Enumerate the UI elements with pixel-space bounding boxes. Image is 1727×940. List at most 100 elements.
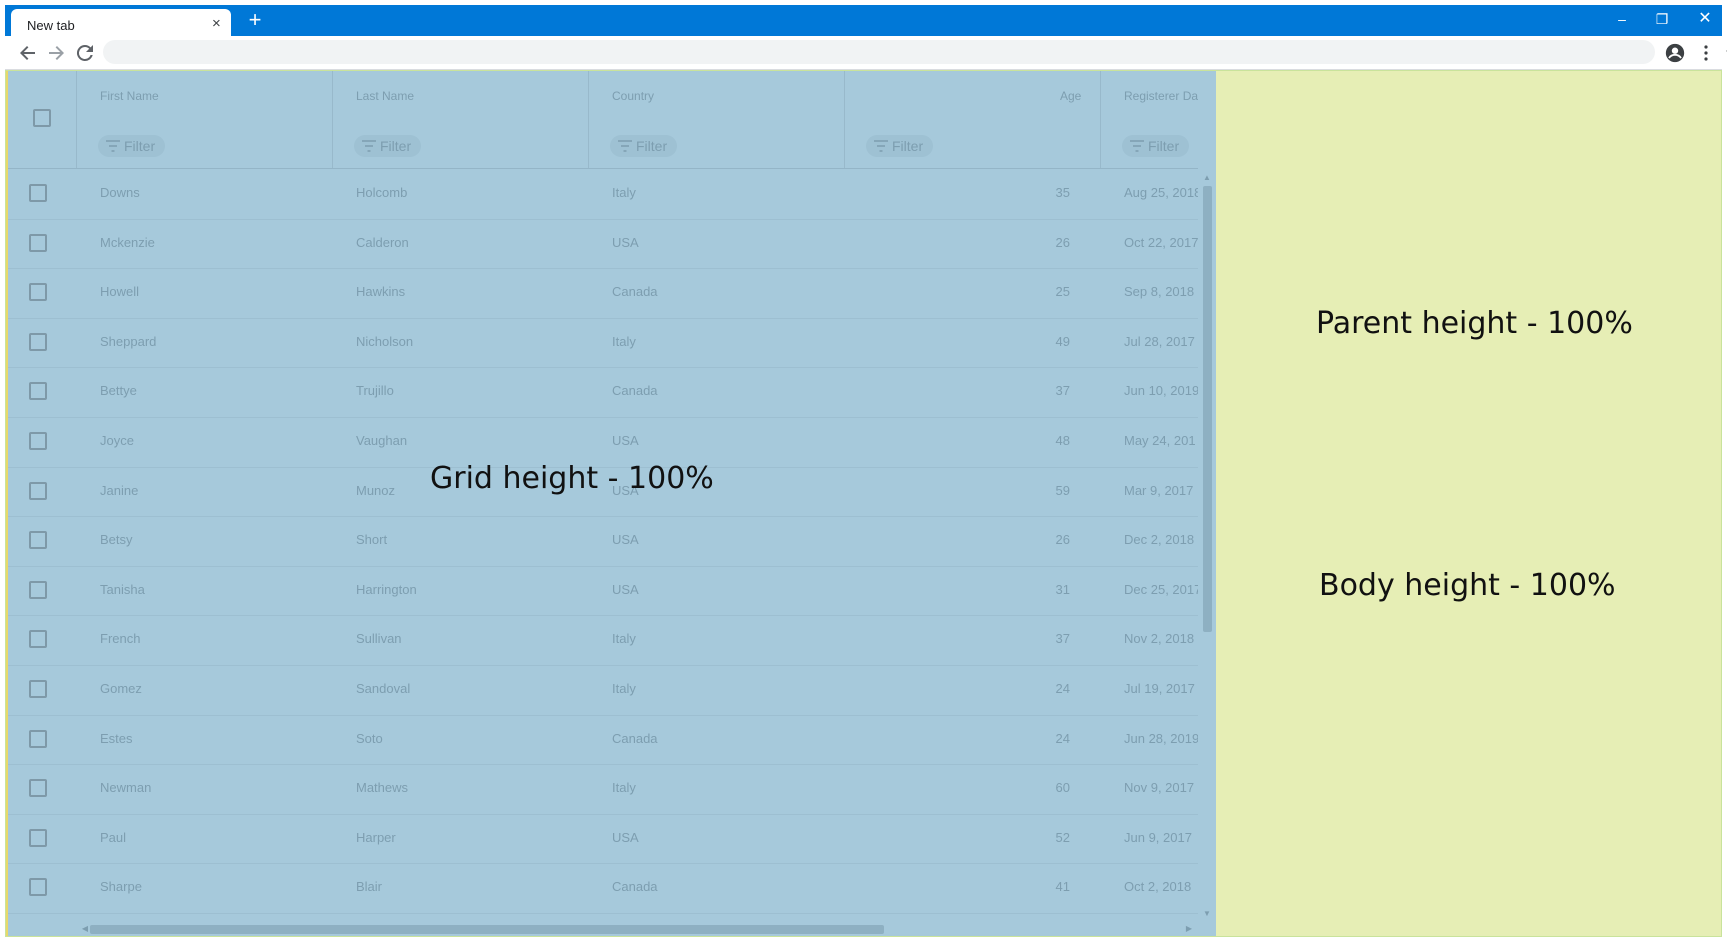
- row-checkbox[interactable]: [29, 779, 47, 798]
- column-header-last-name[interactable]: Last Name Filter: [332, 71, 589, 168]
- table-row[interactable]: Estes Soto Canada 24 Jun 28, 2019: [8, 715, 1198, 766]
- table-row[interactable]: Tanisha Harrington USA 31 Dec 25, 2017: [8, 566, 1198, 617]
- body-container: First Name Filter Last Name Filter Count…: [5, 70, 1722, 937]
- cell-registered-date: May 24, 201: [1124, 433, 1196, 448]
- table-row[interactable]: Bettye Trujillo Canada 37 Jun 10, 2019: [8, 367, 1198, 418]
- row-checkbox[interactable]: [29, 432, 47, 450]
- table-row[interactable]: Gomez Sandoval Italy 24 Jul 19, 2017: [8, 665, 1198, 716]
- filter-icon: [106, 140, 120, 152]
- address-bar[interactable]: [103, 40, 1727, 64]
- row-checkbox[interactable]: [29, 878, 47, 897]
- row-checkbox[interactable]: [29, 630, 47, 649]
- select-all-checkbox[interactable]: [33, 109, 51, 127]
- cell-last-name: Short: [356, 532, 388, 548]
- cell-registered-date: Jun 10, 2019: [1124, 383, 1198, 399]
- back-arrow-icon[interactable]: [16, 41, 40, 65]
- cell-country: USA: [612, 581, 639, 597]
- tab-close-icon[interactable]: ×: [212, 15, 221, 32]
- table-row[interactable]: Howell Hawkins Canada 25 Sep 8, 2018: [8, 268, 1198, 319]
- table-row[interactable]: Sheppard Nicholson Italy 49 Jul 28, 2017: [8, 318, 1198, 369]
- row-checkbox[interactable]: [29, 283, 47, 302]
- cell-country: Italy: [612, 333, 636, 349]
- new-tab-button[interactable]: +: [243, 8, 267, 32]
- row-checkbox[interactable]: [29, 828, 47, 847]
- filter-button-registered-date[interactable]: Filter: [1122, 135, 1190, 157]
- forward-arrow-icon[interactable]: [44, 41, 68, 65]
- column-title-age: Age: [1060, 89, 1082, 103]
- grid-body: Downs Holcomb Italy 35 Aug 25, 2018 Mckenzie C…: [8, 169, 1198, 921]
- table-row[interactable]: Sharpe Blair Canada 41 Oct 2, 2018: [8, 863, 1198, 914]
- table-row[interactable]: Joyce Vaughan USA 48 May 24, 201: [8, 417, 1198, 468]
- grid-height-label: Grid height - 100%: [430, 461, 714, 496]
- horizontal-scroll-thumb[interactable]: [90, 925, 884, 934]
- filter-button-last-name[interactable]: Filter: [354, 135, 422, 157]
- cell-first-name: French: [100, 631, 141, 647]
- cell-registered-date: Oct 22, 2017: [1124, 234, 1198, 250]
- vertical-scrollbar[interactable]: ▲ ▼: [1198, 71, 1216, 923]
- cell-first-name: Downs: [100, 185, 140, 200]
- cell-first-name: Estes: [100, 730, 133, 746]
- cell-country: USA: [612, 532, 639, 548]
- scroll-left-icon[interactable]: ◀: [80, 924, 90, 934]
- row-checkbox[interactable]: [29, 531, 47, 550]
- filter-icon: [362, 140, 376, 152]
- vertical-scroll-thumb[interactable]: [1203, 186, 1212, 632]
- cell-registered-date: Sep 8, 2018: [1124, 284, 1195, 300]
- row-checkbox[interactable]: [29, 233, 47, 252]
- address-input[interactable]: [115, 43, 1569, 63]
- cell-age: 31: [1055, 581, 1070, 597]
- window-minimize-button[interactable]: –: [1602, 7, 1642, 31]
- row-checkbox[interactable]: [29, 382, 47, 401]
- cell-country: Canada: [612, 730, 658, 746]
- table-row[interactable]: French Sullivan Italy 37 Nov 2, 2018: [8, 615, 1198, 666]
- cell-age: 59: [1055, 482, 1070, 498]
- profile-avatar-icon[interactable]: [1664, 42, 1686, 64]
- cell-last-name: Sandoval: [356, 681, 411, 696]
- cell-country: Italy: [612, 780, 636, 796]
- cell-first-name: Joyce: [100, 433, 134, 448]
- cell-age: 24: [1055, 681, 1070, 696]
- row-checkbox[interactable]: [29, 580, 47, 599]
- reload-icon[interactable]: [73, 41, 97, 65]
- page-viewport: First Name Filter Last Name Filter Count…: [5, 70, 1722, 937]
- column-header-age[interactable]: Age Filter: [844, 71, 1101, 168]
- row-checkbox[interactable]: [29, 332, 47, 351]
- window-close-button[interactable]: ✕: [1685, 7, 1725, 31]
- row-checkbox[interactable]: [29, 729, 47, 748]
- grid-viewport: First Name Filter Last Name Filter Count…: [8, 71, 1198, 921]
- row-checkbox[interactable]: [29, 184, 47, 202]
- table-row[interactable]: Betsy Short USA 26 Dec 2, 2018: [8, 516, 1198, 567]
- table-row[interactable]: Mckenzie Calderon USA 26 Oct 22, 2017: [8, 219, 1198, 270]
- filter-icon: [618, 140, 632, 152]
- scroll-right-icon[interactable]: ▶: [1184, 924, 1194, 934]
- column-title-first-name: First Name: [100, 89, 159, 103]
- table-row[interactable]: Downs Holcomb Italy 35 Aug 25, 2018: [8, 169, 1198, 220]
- filter-button-first-name[interactable]: Filter: [98, 135, 166, 157]
- column-header-country[interactable]: Country Filter: [588, 71, 845, 168]
- cell-first-name: Sharpe: [100, 879, 142, 895]
- cell-first-name: Howell: [100, 284, 140, 300]
- cell-last-name: Calderon: [356, 234, 409, 250]
- row-checkbox[interactable]: [29, 680, 47, 698]
- table-row[interactable]: Newman Mathews Italy 60 Nov 9, 2017: [8, 764, 1198, 815]
- filter-label: Filter: [380, 138, 412, 154]
- cell-last-name: Mathews: [356, 780, 409, 796]
- more-menu-icon[interactable]: [1699, 42, 1713, 64]
- scroll-up-icon[interactable]: ▲: [1202, 173, 1212, 183]
- cell-last-name: Holcomb: [356, 185, 408, 200]
- column-header-registered-date[interactable]: Registerer Da Filter: [1100, 71, 1198, 168]
- filter-button-age[interactable]: Filter: [866, 135, 934, 157]
- row-checkbox[interactable]: [29, 481, 47, 500]
- cell-registered-date: Jul 19, 2017: [1124, 681, 1195, 696]
- filter-button-country[interactable]: Filter: [610, 135, 678, 157]
- cell-country: USA: [612, 433, 639, 448]
- cell-age: 52: [1055, 829, 1070, 845]
- window-restore-button[interactable]: ❐: [1642, 7, 1682, 31]
- scroll-down-icon[interactable]: ▼: [1202, 909, 1212, 919]
- browser-titlebar: New tab × + – ❐ ✕: [5, 5, 1725, 40]
- horizontal-scrollbar[interactable]: ◀ ▶: [8, 921, 1198, 936]
- cell-country: USA: [612, 234, 639, 250]
- table-row[interactable]: Paul Harper USA 52 Jun 9, 2017: [8, 814, 1198, 865]
- cell-last-name: Blair: [356, 879, 383, 895]
- column-header-first-name[interactable]: First Name Filter: [76, 71, 333, 168]
